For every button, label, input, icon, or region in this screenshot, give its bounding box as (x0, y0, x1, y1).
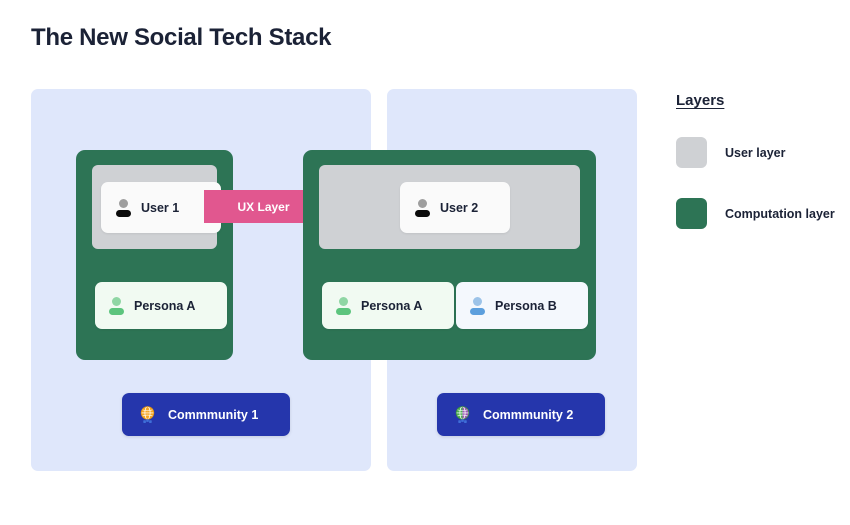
legend-swatch-computation-layer (676, 198, 707, 229)
persona-card-label: Persona A (134, 298, 196, 313)
legend-item-user-layer: User layer (676, 137, 846, 168)
user-card-1[interactable]: User 1 (101, 182, 221, 233)
persona-card-a-left[interactable]: Persona A (95, 282, 227, 329)
legend-title: Layers (676, 92, 725, 109)
person-icon (469, 296, 486, 315)
persona-card-b-right[interactable]: Persona B (456, 282, 588, 329)
user-card-label: User 1 (141, 200, 180, 215)
community-button-label: Commmunity 1 (168, 407, 259, 422)
ux-layer-label: UX Layer (237, 199, 290, 214)
community-button-label: Commmunity 2 (483, 407, 574, 422)
community-button-2[interactable]: Commmunity 2 (437, 393, 605, 436)
person-icon (335, 296, 352, 315)
legend: Layers User layer Computation layer (676, 92, 846, 259)
page-title: The New Social Tech Stack (31, 24, 332, 51)
legend-label: Computation layer (725, 206, 835, 221)
diagram-canvas: The New Social Tech Stack User 1 Persona… (0, 0, 850, 525)
legend-item-computation-layer: Computation layer (676, 198, 846, 229)
globe-icon (140, 406, 155, 423)
person-icon (115, 198, 132, 217)
user-card-label: User 2 (440, 200, 479, 215)
person-icon (108, 296, 125, 315)
user-card-2[interactable]: User 2 (400, 182, 510, 233)
legend-swatch-user-layer (676, 137, 707, 168)
community-button-1[interactable]: Commmunity 1 (122, 393, 290, 436)
legend-label: User layer (725, 145, 786, 160)
persona-card-a-right[interactable]: Persona A (322, 282, 454, 329)
person-icon (414, 198, 431, 217)
globe-icon (455, 406, 470, 423)
persona-card-label: Persona A (361, 298, 423, 313)
persona-card-label: Persona B (495, 298, 557, 313)
